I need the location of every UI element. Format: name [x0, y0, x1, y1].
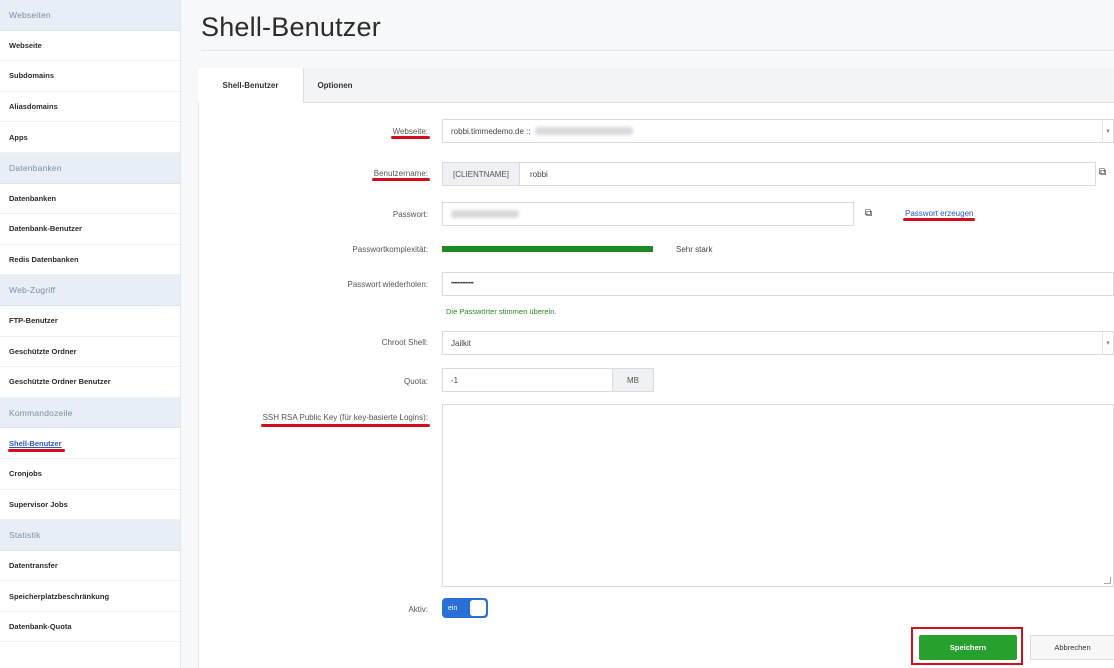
sidebar-section-label: Kommandozeile	[9, 407, 73, 418]
sidebar-section-header: Webseiten	[0, 0, 180, 31]
sidebar-item-cronjobs[interactable]: Cronjobs	[0, 459, 180, 490]
username-value: robbi	[530, 169, 548, 179]
password-strength-bar	[442, 246, 653, 252]
sidebar-section-header: Statistik	[0, 520, 180, 551]
sidebar-item-label: Aliasdomains	[9, 102, 58, 112]
sidebar-item-label: Subdomains	[9, 71, 55, 81]
title-divider	[201, 50, 1114, 51]
sidebar-item-webseite[interactable]: Webseite	[0, 31, 180, 62]
repeat-password-field[interactable]: ••••••••••••••	[442, 272, 1114, 296]
complexity-value: Sehr stark	[676, 245, 713, 254]
sidebar-item-geschützte-ordner[interactable]: Geschützte Ordner	[0, 337, 180, 368]
website-select-value: robbi.timmedemo.de ::	[451, 126, 531, 136]
sidebar-item-label: Geschützte Ordner Benutzer	[9, 377, 111, 387]
username-field[interactable]: [CLIENTNAME] robbi	[442, 162, 1096, 186]
chevron-down-icon: ▾	[1102, 332, 1113, 354]
sidebar-item-label: Cronjobs	[9, 469, 42, 479]
sidebar-item-label: Datenbank-Benutzer	[9, 224, 82, 234]
page-title: Shell-Benutzer	[201, 12, 381, 42]
sidebar-item-shell-benutzer[interactable]: Shell-Benutzer	[0, 428, 180, 459]
active-toggle[interactable]: ein	[442, 598, 488, 618]
sidebar-item-apps[interactable]: Apps	[0, 122, 180, 153]
sidebar-item-label: Shell-Benutzer	[8, 438, 65, 452]
sidebar-item-label: Webseite	[9, 40, 42, 50]
sidebar-item-label: Datenbank-Quota	[9, 622, 72, 632]
toggle-knob	[470, 600, 486, 616]
chroot-value: Jailkit	[451, 338, 472, 348]
tab-bar: Shell-Benutzer Optionen	[198, 68, 1114, 103]
chevron-down-icon: ▾	[1102, 120, 1113, 142]
sidebar-section-label: Statistik	[9, 529, 41, 540]
copy-icon[interactable]: ⧉	[1099, 167, 1106, 178]
sidebar-item-supervisor-jobs[interactable]: Supervisor Jobs	[0, 490, 180, 521]
website-label: Webseite:	[390, 127, 431, 139]
sidebar-item-label: Apps	[9, 132, 28, 142]
sidebar-item-datenbank-benutzer[interactable]: Datenbank-Benutzer	[0, 214, 180, 245]
sidebar-item-label: Datenbanken	[9, 193, 57, 203]
sidebar-item-label: Supervisor Jobs	[9, 499, 68, 509]
username-prefix: [CLIENTNAME]	[443, 163, 521, 185]
sidebar-item-ftp-benutzer[interactable]: FTP-Benutzer	[0, 306, 180, 337]
website-select[interactable]: robbi.timmedemo.de :: ▾	[442, 119, 1114, 143]
tab-shell-benutzer[interactable]: Shell-Benutzer	[198, 68, 304, 103]
redacted-password	[451, 210, 519, 218]
password-label: Passwort:	[392, 210, 428, 219]
chroot-select[interactable]: Jailkit ▾	[442, 331, 1114, 355]
sidebar-item-label: Redis Datenbanken	[9, 255, 79, 265]
redacted-value	[534, 127, 633, 135]
sidebar-item-datentransfer[interactable]: Datentransfer	[0, 551, 180, 582]
username-label: Benutzername:	[371, 169, 431, 181]
sidebar-section-header: Web-Zugriff	[0, 275, 180, 306]
chroot-label: Chroot Shell:	[381, 338, 428, 347]
sidebar-item-geschützte-ordner-benutzer[interactable]: Geschützte Ordner Benutzer	[0, 367, 180, 398]
quota-field[interactable]: -1 MB	[442, 368, 654, 392]
copy-icon[interactable]: ⧉	[865, 208, 872, 219]
tab-optionen[interactable]: Optionen	[304, 68, 366, 102]
generate-password-link[interactable]: Passwort erzeugen	[902, 209, 976, 221]
sidebar-item-speicherplatzbeschränkung[interactable]: Speicherplatzbeschränkung	[0, 581, 180, 612]
password-field[interactable]	[442, 202, 854, 226]
sidebar-item-redis-datenbanken[interactable]: Redis Datenbanken	[0, 245, 180, 276]
sidebar: Webseiten Webseite Subdomains Aliasdomains A…	[0, 0, 181, 668]
sidebar-section-label: Webseiten	[9, 9, 51, 20]
quota-label: Quota:	[403, 377, 428, 386]
sidebar-item-label: Speicherplatzbeschränkung	[9, 591, 110, 601]
complexity-label: Passwortkomplexität:	[352, 245, 428, 254]
sidebar-item-label: FTP-Benutzer	[9, 316, 58, 326]
resize-handle-icon[interactable]	[1104, 577, 1111, 584]
quota-value: -1	[451, 375, 459, 385]
sidebar-item-label: Geschützte Ordner	[9, 346, 77, 356]
cancel-button[interactable]: Abbrechen	[1030, 635, 1114, 660]
ssh-key-textarea[interactable]	[442, 404, 1114, 587]
sidebar-section-header: Datenbanken	[0, 152, 180, 184]
sidebar-item-aliasdomains[interactable]: Aliasdomains	[0, 92, 180, 123]
ssh-key-label: SSH RSA Public Key (für key-basierte Log…	[260, 413, 431, 427]
password-match-text: Die Passwörter stimmen überein.	[446, 307, 557, 316]
sidebar-section-header: Kommandozeile	[0, 397, 180, 429]
repeat-label: Passwort wiederholen:	[347, 280, 428, 289]
active-label: Aktiv:	[408, 605, 428, 614]
quota-unit: MB	[612, 369, 653, 391]
sidebar-item-datenbanken[interactable]: Datenbanken	[0, 184, 180, 215]
sidebar-section-label: Datenbanken	[9, 162, 62, 173]
sidebar-item-label: Datentransfer	[9, 560, 58, 570]
save-button[interactable]: Speichern	[919, 635, 1017, 660]
sidebar-item-datenbank-quota[interactable]: Datenbank-Quota	[0, 612, 180, 643]
sidebar-section-label: Web-Zugriff	[9, 285, 56, 296]
toggle-text: ein	[448, 604, 458, 612]
sidebar-item-subdomains[interactable]: Subdomains	[0, 61, 180, 92]
